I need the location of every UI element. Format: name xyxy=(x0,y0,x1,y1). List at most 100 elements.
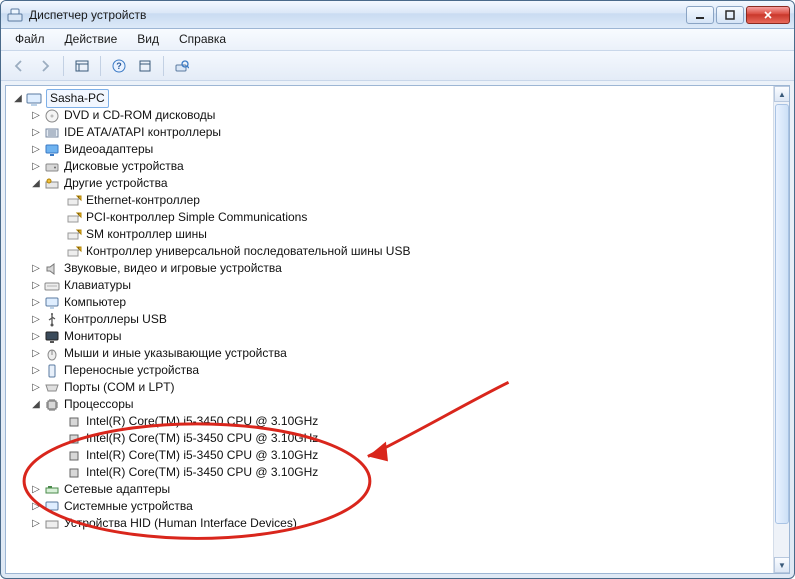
expand-icon[interactable]: ▷ xyxy=(30,144,42,156)
window-title: Диспетчер устройств xyxy=(29,8,686,22)
window-buttons xyxy=(686,6,790,24)
sound-icon xyxy=(44,261,60,277)
device-tree[interactable]: ◢ Sasha-PC ▷ DVD и CD-ROM дисководы xyxy=(6,86,773,573)
expand-icon[interactable]: ▷ xyxy=(30,280,42,292)
expand-icon[interactable]: ▷ xyxy=(30,263,42,275)
titlebar: Диспетчер устройств xyxy=(1,1,794,29)
vertical-scrollbar[interactable]: ▲ ▼ xyxy=(773,86,789,573)
expand-icon[interactable]: ▷ xyxy=(30,484,42,496)
tree-item-processor-2[interactable]: · Intel(R) Core(TM) i5-3450 CPU @ 3.10GH… xyxy=(8,447,771,464)
tree-item-dvd[interactable]: ▷ DVD и CD-ROM дисководы xyxy=(8,107,771,124)
tree-item-label: Intel(R) Core(TM) i5-3450 CPU @ 3.10GHz xyxy=(86,464,318,481)
expand-icon[interactable]: ▷ xyxy=(30,501,42,513)
tree-item-processors[interactable]: ◢ Процессоры xyxy=(8,396,771,413)
tree-item-label: Системные устройства xyxy=(64,498,193,515)
tree-item-hid[interactable]: ▷ Устройства HID (Human Interface Device… xyxy=(8,515,771,532)
portable-device-icon xyxy=(44,363,60,379)
toolbar-separator xyxy=(63,56,64,76)
tree-root-label: Sasha-PC xyxy=(46,89,109,108)
maximize-button[interactable] xyxy=(716,6,744,24)
help-button[interactable]: ? xyxy=(107,54,131,78)
tree-item-processor-1[interactable]: · Intel(R) Core(TM) i5-3450 CPU @ 3.10GH… xyxy=(8,430,771,447)
tree-item-mice[interactable]: ▷ Мыши и иные указывающие устройства xyxy=(8,345,771,362)
tree-item-ports[interactable]: ▷ Порты (COM и LPT) xyxy=(8,379,771,396)
tree-item-processor-0[interactable]: · Intel(R) Core(TM) i5-3450 CPU @ 3.10GH… xyxy=(8,413,771,430)
menu-help[interactable]: Справка xyxy=(169,29,236,50)
tree-item-other-sm[interactable]: · ! SM контроллер шины xyxy=(8,226,771,243)
tree-item-label: Контроллер универсальной последовательно… xyxy=(86,243,410,260)
tree-item-label: Видеоадаптеры xyxy=(64,141,153,158)
tree-item-label: Intel(R) Core(TM) i5-3450 CPU @ 3.10GHz xyxy=(86,447,318,464)
scroll-thumb[interactable] xyxy=(775,104,789,524)
expand-icon[interactable]: ▷ xyxy=(30,365,42,377)
expand-icon[interactable]: ▷ xyxy=(30,110,42,122)
tree-item-monitors[interactable]: ▷ Мониторы xyxy=(8,328,771,345)
optical-drive-icon xyxy=(44,108,60,124)
tree-item-keyboards[interactable]: ▷ Клавиатуры xyxy=(8,277,771,294)
device-manager-icon xyxy=(7,7,23,23)
tree-item-processor-3[interactable]: · Intel(R) Core(TM) i5-3450 CPU @ 3.10GH… xyxy=(8,464,771,481)
tree-item-label: DVD и CD-ROM дисководы xyxy=(64,107,215,124)
mouse-icon xyxy=(44,346,60,362)
svg-text:!: ! xyxy=(78,229,79,235)
expand-icon[interactable]: ▷ xyxy=(30,127,42,139)
expand-icon[interactable]: ▷ xyxy=(30,331,42,343)
tree-item-usb-controllers[interactable]: ▷ Контроллеры USB xyxy=(8,311,771,328)
keyboard-icon xyxy=(44,278,60,294)
tree-item-portable[interactable]: ▷ Переносные устройства xyxy=(8,362,771,379)
svg-text:!: ! xyxy=(78,212,79,218)
menu-file[interactable]: Файл xyxy=(5,29,55,50)
minimize-button[interactable] xyxy=(686,6,714,24)
unknown-device-icon: ! xyxy=(66,193,82,209)
tree-root[interactable]: ◢ Sasha-PC xyxy=(8,90,771,107)
unknown-device-icon: ! xyxy=(66,227,82,243)
collapse-icon[interactable]: ◢ xyxy=(12,93,24,105)
tree-item-sound[interactable]: ▷ Звуковые, видео и игровые устройства xyxy=(8,260,771,277)
tree-item-label: Звуковые, видео и игровые устройства xyxy=(64,260,282,277)
disk-drive-icon xyxy=(44,159,60,175)
tree-item-label: Компьютер xyxy=(64,294,126,311)
hid-device-icon xyxy=(44,516,60,532)
close-button[interactable] xyxy=(746,6,790,24)
tree-item-label: Intel(R) Core(TM) i5-3450 CPU @ 3.10GHz xyxy=(86,430,318,447)
tree-item-label: Клавиатуры xyxy=(64,277,131,294)
ide-controller-icon xyxy=(44,125,60,141)
tree-item-video[interactable]: ▷ Видеоадаптеры xyxy=(8,141,771,158)
collapse-icon[interactable]: ◢ xyxy=(30,178,42,190)
tree-item-disk[interactable]: ▷ Дисковые устройства xyxy=(8,158,771,175)
computer-icon xyxy=(44,295,60,311)
forward-button[interactable] xyxy=(33,54,57,78)
tree-item-other-usb[interactable]: · ! Контроллер универсальной последовате… xyxy=(8,243,771,260)
tree-item-network[interactable]: ▷ Сетевые адаптеры xyxy=(8,481,771,498)
tree-item-label: Порты (COM и LPT) xyxy=(64,379,175,396)
tree-item-other-ethernet[interactable]: · ! Ethernet-контроллер xyxy=(8,192,771,209)
tree-item-label: PCI-контроллер Simple Communications xyxy=(86,209,307,226)
tree-item-label: Переносные устройства xyxy=(64,362,199,379)
expand-icon[interactable]: ▷ xyxy=(30,382,42,394)
collapse-icon[interactable]: ◢ xyxy=(30,399,42,411)
expand-icon[interactable]: ▷ xyxy=(30,314,42,326)
show-hidden-button[interactable] xyxy=(70,54,94,78)
tree-item-label: SM контроллер шины xyxy=(86,226,207,243)
back-button[interactable] xyxy=(7,54,31,78)
menu-action[interactable]: Действие xyxy=(55,29,128,50)
scan-hardware-button[interactable] xyxy=(170,54,194,78)
properties-button[interactable] xyxy=(133,54,157,78)
tree-item-ide[interactable]: ▷ IDE ATA/ATAPI контроллеры xyxy=(8,124,771,141)
expand-icon[interactable]: ▷ xyxy=(30,297,42,309)
tree-item-label: Дисковые устройства xyxy=(64,158,184,175)
tree-item-other[interactable]: ◢ Другие устройства xyxy=(8,175,771,192)
content-frame: ◢ Sasha-PC ▷ DVD и CD-ROM дисководы xyxy=(5,85,790,574)
network-adapter-icon xyxy=(44,482,60,498)
tree-item-computer[interactable]: ▷ Компьютер xyxy=(8,294,771,311)
scroll-down-button[interactable]: ▼ xyxy=(774,557,790,573)
expand-icon[interactable]: ▷ xyxy=(30,161,42,173)
scroll-up-button[interactable]: ▲ xyxy=(774,86,790,102)
computer-root-icon xyxy=(26,91,42,107)
tree-item-other-pci[interactable]: · ! PCI-контроллер Simple Communications xyxy=(8,209,771,226)
expand-icon[interactable]: ▷ xyxy=(30,348,42,360)
tree-item-label: Процессоры xyxy=(64,396,134,413)
menu-view[interactable]: Вид xyxy=(127,29,169,50)
expand-icon[interactable]: ▷ xyxy=(30,518,42,530)
tree-item-system[interactable]: ▷ Системные устройства xyxy=(8,498,771,515)
